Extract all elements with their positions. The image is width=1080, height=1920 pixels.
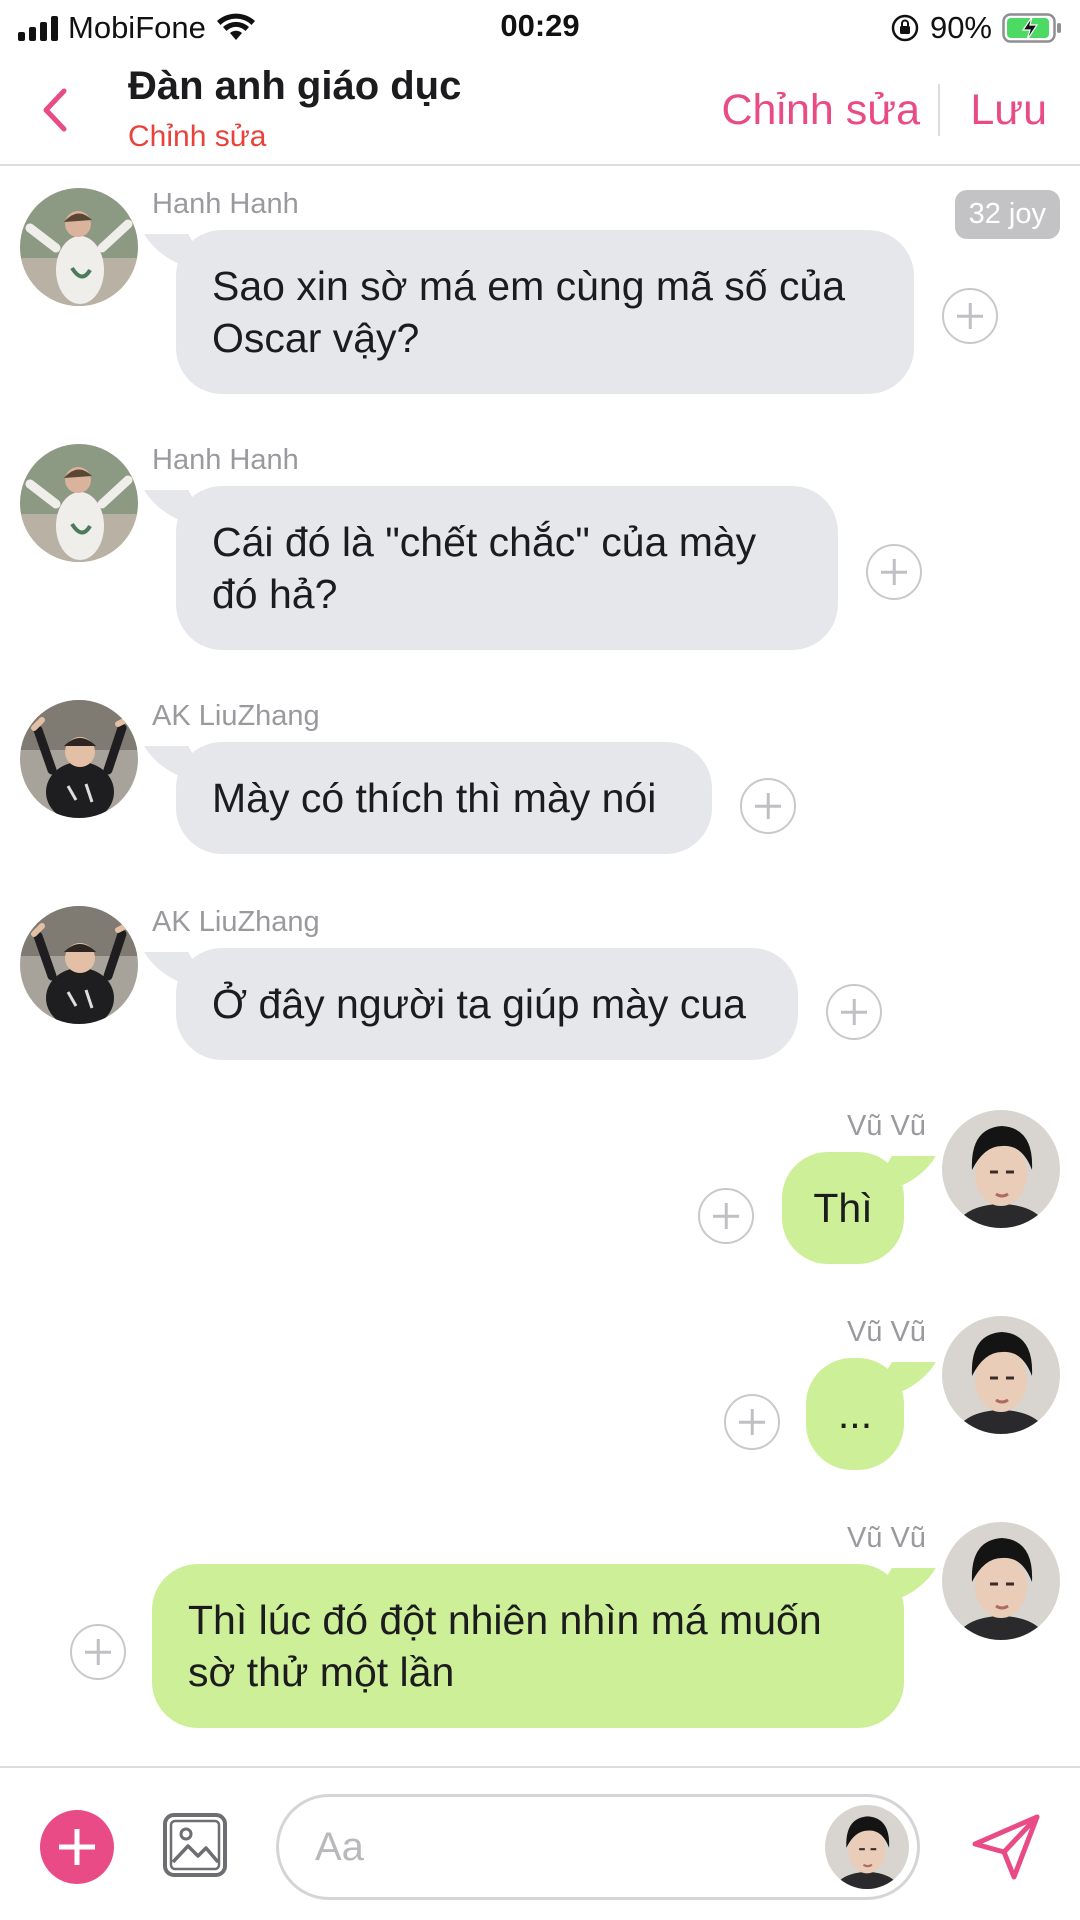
save-button[interactable]: Lưu (970, 86, 1047, 135)
message-text-line: Oscar vậy? (212, 315, 420, 361)
chevron-left-icon (43, 88, 67, 132)
message-row: Vũ Vũ ... (0, 1316, 1080, 1470)
message-input-container (276, 1794, 920, 1900)
avatar-image (20, 444, 138, 562)
message-row: Hanh Hanh Cái đó là "chết chắc" của mày … (0, 444, 1080, 650)
avatar[interactable] (20, 700, 138, 818)
message-row: Hanh Hanh Sao xin sờ má em cùng mã số củ… (0, 188, 1080, 394)
message-row: Vũ Vũ Thì (0, 1110, 1080, 1264)
message-text-line: Thì (813, 1185, 873, 1231)
battery-charging-icon (1002, 13, 1061, 43)
avatar[interactable] (20, 188, 138, 306)
message-bubble[interactable]: Sao xin sờ má em cùng mã số của Oscar vậ… (176, 230, 914, 394)
send-icon[interactable] (970, 1812, 1042, 1882)
battery-percentage: 90% (929, 10, 992, 45)
chat-messages: 32 joy Hanh Hanh Sao xin sờ má em cùng m… (0, 168, 1080, 1768)
add-reaction-button[interactable] (942, 288, 998, 344)
message-text-line: ... (837, 1391, 873, 1437)
message-bubble[interactable]: Mày có thích thì mày nói (176, 742, 712, 854)
avatar-image (20, 700, 138, 818)
message-text-line: Cái đó là "chết chắc" của mày (212, 519, 757, 565)
message-bubble[interactable]: ... (806, 1358, 904, 1470)
image-icon[interactable] (162, 1812, 228, 1878)
message-text-line: Sao xin sờ má em cùng mã số của (212, 263, 846, 309)
add-reaction-button[interactable] (70, 1624, 126, 1680)
message-bubble[interactable]: Thì lúc đó đột nhiên nhìn má muốn sờ thử… (152, 1564, 904, 1728)
avatar[interactable] (20, 906, 138, 1024)
message-composer (0, 1766, 1080, 1920)
avatar-image (942, 1522, 1060, 1640)
message-input[interactable] (315, 1817, 795, 1877)
orientation-lock-icon (891, 14, 919, 42)
chat-header: Đàn anh giáo dục Chỉnh sửa Chỉnh sửa Lưu (0, 56, 1080, 166)
message-bubble[interactable]: Ở đây người ta giúp mày cua (176, 948, 798, 1060)
message-text-line: Ở đây người ta giúp mày cua (212, 981, 746, 1027)
status-bar: MobiFone 00:29 90% (0, 0, 1080, 56)
sender-name: AK LiuZhang (152, 700, 320, 732)
page-subtitle: Chỉnh sửa (128, 120, 267, 153)
avatar-image (825, 1805, 909, 1889)
avatar[interactable] (20, 444, 138, 562)
sender-name: Vũ Vũ (847, 1522, 926, 1554)
page-title: Đàn anh giáo dục (128, 64, 462, 108)
message-bubble[interactable]: Thì (782, 1152, 904, 1264)
avatar-image (942, 1316, 1060, 1434)
message-text-line: Mày có thích thì mày nói (212, 775, 657, 821)
message-text-line: đó hả? (212, 571, 338, 617)
add-reaction-button[interactable] (724, 1394, 780, 1450)
avatar-image (20, 906, 138, 1024)
add-attachment-button[interactable] (40, 1810, 114, 1884)
edit-button[interactable]: Chỉnh sửa (722, 86, 921, 135)
avatar-image (20, 188, 138, 306)
sender-name: AK LiuZhang (152, 906, 320, 938)
message-row: AK LiuZhang Ở đây người ta giúp mày cua (0, 906, 1080, 1060)
add-reaction-button[interactable] (866, 544, 922, 600)
add-reaction-button[interactable] (826, 984, 882, 1040)
add-reaction-button[interactable] (698, 1188, 754, 1244)
header-divider (938, 84, 940, 136)
sender-name: Vũ Vũ (847, 1316, 926, 1348)
avatar[interactable] (942, 1316, 1060, 1434)
avatar[interactable] (942, 1522, 1060, 1640)
avatar-image (942, 1110, 1060, 1228)
message-bubble[interactable]: Cái đó là "chết chắc" của mày đó hả? (176, 486, 838, 650)
back-button[interactable] (30, 78, 80, 142)
add-reaction-button[interactable] (740, 778, 796, 834)
self-avatar[interactable] (825, 1805, 909, 1889)
sender-name: Hanh Hanh (152, 188, 299, 220)
message-text-line: Thì lúc đó đột nhiên nhìn má muốn (188, 1597, 822, 1643)
message-row: Vũ Vũ Thì lúc đó đột nhiên nhìn má muốn … (0, 1522, 1080, 1728)
avatar[interactable] (942, 1110, 1060, 1228)
message-text-line: sờ thử một lần (188, 1649, 455, 1695)
sender-name: Hanh Hanh (152, 444, 299, 476)
message-row: AK LiuZhang Mày có thích thì mày nói (0, 700, 1080, 854)
sender-name: Vũ Vũ (847, 1110, 926, 1142)
